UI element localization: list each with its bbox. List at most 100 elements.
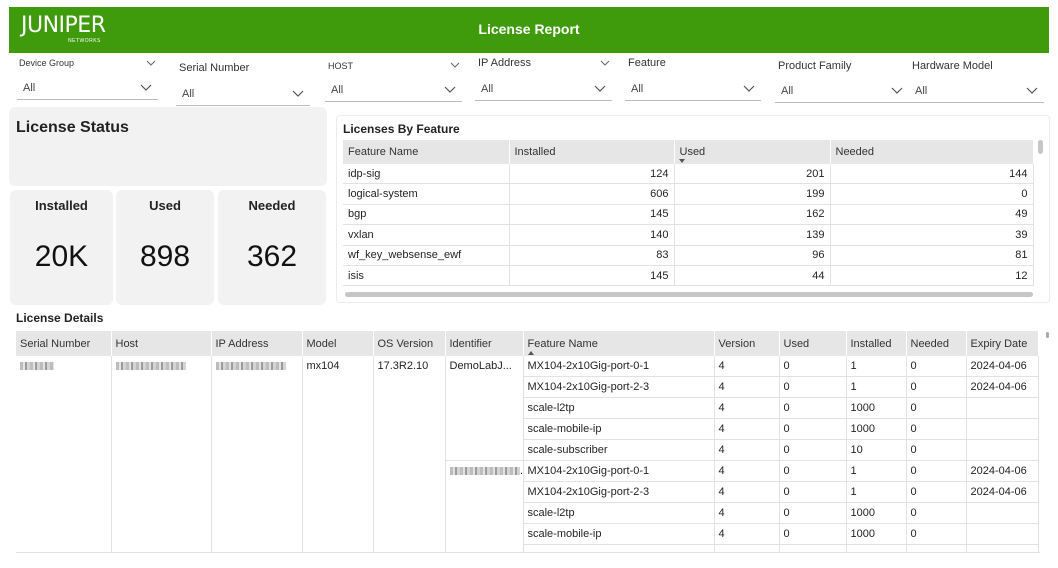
- column-header-os-version[interactable]: OS Version: [373, 331, 446, 356]
- filter-dropdown[interactable]: All: [475, 78, 612, 101]
- feature-name-cell: scale-mobile-ip: [523, 523, 715, 545]
- filter-hardware-model[interactable]: Hardware Model All: [909, 58, 1044, 103]
- chevron-down-icon[interactable]: [292, 88, 304, 98]
- filter-ip-address[interactable]: IP Address All: [475, 55, 612, 101]
- expiry-date-cell: 2024-04-06: [966, 481, 1039, 503]
- column-header-expiry-date[interactable]: Expiry Date: [966, 331, 1039, 356]
- used-cell: 0: [779, 523, 847, 545]
- license-details-panel: Serial Number Host IP Address Model OS V…: [16, 331, 1040, 553]
- filter-dropdown[interactable]: All: [17, 77, 158, 100]
- needed-cell: [906, 544, 967, 552]
- column-header-feature-name[interactable]: Feature Name: [523, 331, 715, 356]
- model-cell: mx104: [302, 356, 374, 552]
- installed-cell: 1000: [846, 502, 907, 524]
- table-row[interactable]: isis 145 44 12: [343, 265, 1034, 287]
- column-header-needed[interactable]: Needed: [906, 331, 967, 356]
- table-row[interactable]: idp-sig 124 201 144: [343, 164, 1034, 185]
- column-header-model[interactable]: Model: [302, 331, 374, 356]
- used-cell: [779, 544, 847, 552]
- chevron-down-icon[interactable]: [594, 83, 606, 93]
- filter-dropdown[interactable]: All: [775, 80, 909, 103]
- table-row[interactable]: bgp 145 162 49: [343, 204, 1034, 226]
- column-header-feature-name[interactable]: Feature Name: [343, 140, 510, 164]
- column-header-installed[interactable]: Installed: [509, 140, 675, 164]
- column-header-used[interactable]: Used: [779, 331, 847, 356]
- filter-product-family[interactable]: Product Family All: [775, 58, 909, 103]
- column-header-label: Used: [679, 146, 706, 158]
- filter-serial-number[interactable]: Serial Number All: [176, 60, 310, 106]
- feature-name-cell: MX104-2x10Gig-port-0-1: [523, 356, 715, 377]
- filter-label: IP Address: [478, 57, 531, 69]
- vertical-scrollbar[interactable]: [1038, 140, 1043, 154]
- needed-cell: 0: [906, 481, 967, 503]
- feature-name-cell: bgp: [343, 204, 510, 226]
- column-header-identifier[interactable]: Identifier: [445, 331, 524, 356]
- filter-host[interactable]: HOST All: [325, 57, 462, 102]
- filter-device-group[interactable]: Device Group All: [17, 57, 158, 101]
- table-row[interactable]: wf_key_websense_ewf 83 96 81: [343, 245, 1034, 266]
- needed-cell: 39: [830, 224, 1034, 246]
- column-header-serial-number[interactable]: Serial Number: [16, 331, 112, 356]
- sort-descending-icon: [678, 159, 685, 163]
- table-row[interactable]: logical-system 606 199 0: [343, 183, 1034, 205]
- filter-label: Product Family: [778, 60, 852, 72]
- needed-cell: 12: [830, 265, 1034, 287]
- filter-dropdown[interactable]: All: [909, 80, 1044, 103]
- installed-cell: 1000: [846, 523, 907, 545]
- chevron-down-icon[interactable]: [444, 84, 456, 94]
- chevron-down-icon[interactable]: [1026, 85, 1038, 95]
- needed-cell: 81: [830, 245, 1034, 266]
- chevron-down-icon[interactable]: [450, 61, 460, 69]
- chevron-down-icon[interactable]: [140, 82, 152, 92]
- needed-cell: 0: [906, 397, 967, 419]
- table-row[interactable]: mx104 17.3R2.10 DemoLabJ... MX104-2x10Gig-p…: [16, 356, 1039, 552]
- feature-name-cell: scale-subscriber: [523, 439, 715, 461]
- column-header-installed[interactable]: Installed: [846, 331, 907, 356]
- scroll-handle[interactable]: [1046, 332, 1049, 338]
- filter-feature[interactable]: Feature All: [625, 55, 761, 101]
- feature-name-cell: logical-system: [343, 183, 510, 205]
- filter-label: HOST: [328, 61, 354, 71]
- version-cell: 4: [714, 439, 780, 461]
- license-details-title: License Details: [16, 311, 104, 325]
- horizontal-scrollbar[interactable]: [345, 292, 1033, 297]
- expiry-date-cell: 2024-04-06: [966, 376, 1039, 398]
- chevron-down-icon[interactable]: [600, 59, 610, 67]
- filter-label: Serial Number: [179, 62, 250, 74]
- expiry-date-cell: [966, 418, 1039, 440]
- page-title: License Report: [478, 21, 580, 37]
- chevron-down-icon[interactable]: [891, 85, 903, 95]
- filter-dropdown[interactable]: All: [325, 79, 462, 102]
- needed-cell: 0: [906, 523, 967, 545]
- needed-cell: 0: [906, 502, 967, 524]
- filter-dropdown[interactable]: All: [176, 83, 310, 106]
- used-value: 898: [139, 240, 191, 273]
- used-cell: 0: [779, 397, 847, 419]
- installed-cell: 1: [846, 356, 907, 377]
- column-header-host[interactable]: Host: [111, 331, 212, 356]
- feature-name-cell: scale-l2tp: [523, 502, 715, 524]
- version-cell: [714, 544, 780, 552]
- filter-value: All: [23, 82, 36, 94]
- needed-card: Needed 362: [218, 190, 326, 305]
- license-details-table: Serial Number Host IP Address Model OS V…: [16, 331, 1039, 552]
- licenses-by-feature-panel: Licenses By Feature Feature Name Install…: [336, 115, 1050, 303]
- ip-address-cell: [211, 356, 303, 552]
- chevron-down-icon[interactable]: [743, 83, 755, 93]
- redacted-value: [20, 362, 54, 371]
- filter-dropdown[interactable]: All: [625, 78, 761, 101]
- column-header-version[interactable]: Version: [714, 331, 780, 356]
- redacted-value: [115, 362, 186, 371]
- column-header-ip-address[interactable]: IP Address: [211, 331, 303, 356]
- table-row[interactable]: vxlan 140 139 39: [343, 224, 1034, 246]
- juniper-logo-sub: NETWORKS: [68, 38, 101, 44]
- needed-cell: 0: [906, 460, 967, 482]
- used-cell: 44: [674, 265, 831, 287]
- chevron-down-icon[interactable]: [146, 59, 156, 67]
- column-header-needed[interactable]: Needed: [830, 140, 1034, 164]
- filter-value: All: [781, 85, 794, 97]
- used-cell: 0: [779, 481, 847, 503]
- column-header-used[interactable]: Used: [674, 140, 831, 164]
- used-cell: 0: [779, 460, 847, 482]
- used-cell: 0: [779, 356, 847, 377]
